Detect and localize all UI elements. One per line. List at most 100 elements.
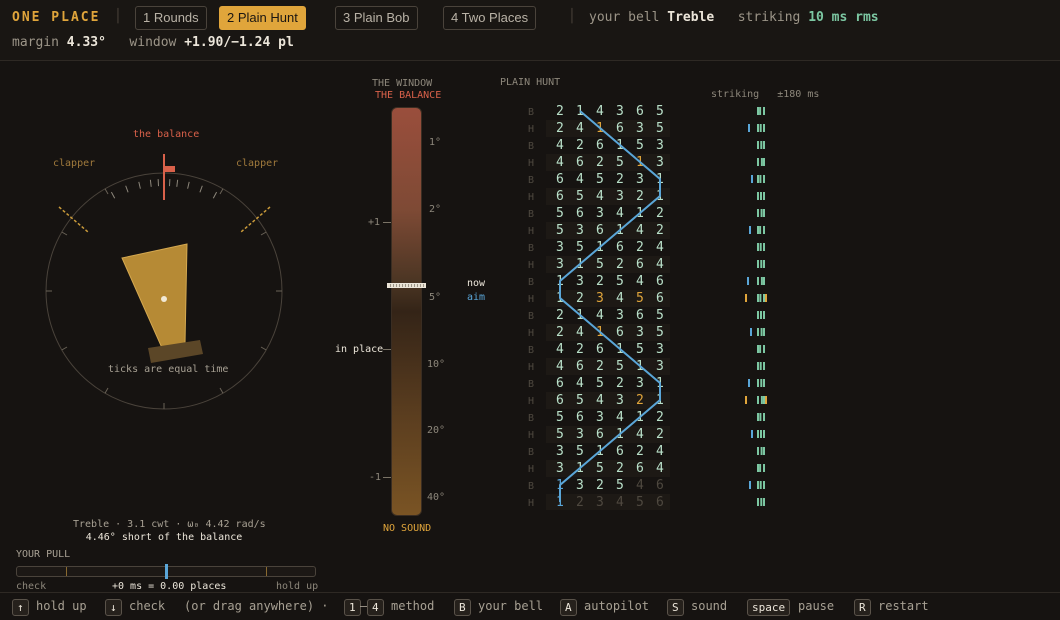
- stroke-label: H: [528, 464, 534, 475]
- striking-marks: [757, 158, 765, 166]
- key-up[interactable]: ↑: [12, 599, 29, 616]
- bell-dial[interactable]: [0, 62, 330, 482]
- bell-number: 6: [656, 495, 664, 510]
- striking-mark-late: [745, 294, 747, 302]
- bell-number: 3: [656, 138, 664, 153]
- striking-mark: [757, 209, 759, 217]
- bell-number: 6: [576, 410, 584, 425]
- striking-mark: [759, 345, 762, 353]
- bell-number: 6: [596, 342, 604, 357]
- bell-number: 5: [556, 410, 564, 425]
- striking-mark: [760, 192, 762, 200]
- bell-number: 5: [636, 342, 644, 357]
- bell-number: 3: [636, 172, 644, 187]
- drag-help: (or drag anywhere) ·: [184, 599, 329, 613]
- striking-mark: [760, 430, 762, 438]
- pull-slider[interactable]: [16, 564, 316, 579]
- bell-number: 2: [596, 359, 604, 374]
- striking-marks: [757, 345, 765, 353]
- striking-marks: [747, 277, 765, 285]
- bell-number: 4: [576, 172, 584, 187]
- key-down[interactable]: ↓: [105, 599, 122, 616]
- bell-number: 6: [576, 155, 584, 170]
- bell-number: 3: [556, 257, 564, 272]
- ticks-caption: ticks are equal time: [108, 364, 229, 375]
- bell-number: 4: [656, 240, 664, 255]
- stroke-label: H: [528, 158, 534, 169]
- stroke-label: B: [528, 141, 534, 152]
- stroke-label: B: [528, 175, 534, 186]
- striking-marks: [757, 413, 765, 421]
- bell-number: 6: [596, 427, 604, 442]
- bell-number: 4: [636, 274, 644, 289]
- pull-title: YOUR PULL: [16, 549, 71, 560]
- striking-mark: [757, 124, 759, 132]
- striking-mark: [763, 396, 765, 404]
- striking-mark: [757, 447, 759, 455]
- key-s[interactable]: S: [667, 599, 684, 616]
- bell-status-line: 4.46° short of the balance: [85, 532, 243, 543]
- hunt-title: PLAIN HUNT: [500, 77, 561, 88]
- tab-plain-hunt[interactable]: 2 Plain Hunt: [219, 6, 306, 30]
- striking-marks: [751, 430, 765, 438]
- bell-number: 6: [596, 138, 604, 153]
- pull-thumb[interactable]: [164, 564, 168, 579]
- plain-hunt-grid: B 2 1 4 3 6 5H 2 4 1 6 3 5B 4 2 6 1 5 3H 4 6 2 5 1 3B 6 4 5 2 3 1H 6 5 4 3…: [528, 104, 767, 510]
- bell-number: 2: [656, 427, 664, 442]
- key-r[interactable]: R: [854, 599, 871, 616]
- pull-mark-left: [66, 567, 67, 576]
- aim-label: aim: [467, 292, 486, 303]
- bell-number: 5: [556, 206, 564, 221]
- tab-plain-bob[interactable]: 3 Plain Bob: [335, 6, 418, 30]
- restart-help: restart: [878, 599, 929, 613]
- row-band: [546, 494, 670, 510]
- striking-mark-treble: [749, 226, 751, 234]
- key-b[interactable]: B: [454, 599, 471, 616]
- row-band: [546, 256, 670, 273]
- bell-number: 2: [596, 478, 604, 493]
- bell-number: 3: [636, 121, 644, 136]
- striking-mark: [763, 447, 765, 455]
- key-space[interactable]: space: [747, 599, 791, 616]
- bell-number: 5: [576, 189, 584, 204]
- striking-label: striking: [737, 10, 801, 25]
- striking-mark: [763, 379, 765, 387]
- bell-number: 4: [576, 376, 584, 391]
- bell-number: 3: [576, 478, 584, 493]
- your-bell-value: Treble: [667, 10, 715, 25]
- striking-mark: [757, 294, 759, 302]
- striking-marks: [757, 498, 765, 506]
- bell-number: 3: [616, 308, 624, 323]
- stroke-label: B: [528, 345, 534, 356]
- dial-tick: [212, 191, 218, 199]
- bell-number: 3: [596, 291, 604, 306]
- row-band: [546, 290, 670, 307]
- bell-info: Treble · 3.1 cwt · ω₀ 4.42 rad/s: [73, 519, 266, 530]
- tab-rounds[interactable]: 1 Rounds: [135, 6, 207, 30]
- pull-right-label: hold up: [276, 581, 319, 592]
- key-a[interactable]: A: [560, 599, 577, 616]
- dial-tick: [199, 185, 203, 193]
- key-4[interactable]: 4: [367, 599, 384, 616]
- bell-number: 6: [576, 359, 584, 374]
- pull-mark-right: [266, 567, 267, 576]
- key-1[interactable]: 1: [344, 599, 361, 616]
- bell-number: 6: [556, 376, 564, 391]
- striking-marks: [757, 260, 765, 268]
- deg-label: 40°: [427, 492, 446, 503]
- stroke-label: H: [528, 430, 534, 441]
- bell-number: 5: [576, 393, 584, 408]
- stroke-label: H: [528, 226, 534, 237]
- balance-label: the balance: [133, 129, 200, 140]
- bell-number: 2: [556, 325, 564, 340]
- tab-two-places[interactable]: 4 Two Places: [443, 6, 537, 30]
- stroke-label: B: [528, 379, 534, 390]
- window-title: THE WINDOW: [372, 78, 433, 89]
- bell-number: 4: [636, 223, 644, 238]
- bell-number: 2: [576, 495, 584, 510]
- keyboard-help-bar: ↑ hold up ↓ check (or drag anywhere) · 1…: [0, 592, 1060, 620]
- striking-marks: [757, 243, 765, 251]
- striking-mark: [759, 464, 762, 472]
- striking-mark: [759, 124, 762, 132]
- bell-number: 6: [636, 308, 644, 323]
